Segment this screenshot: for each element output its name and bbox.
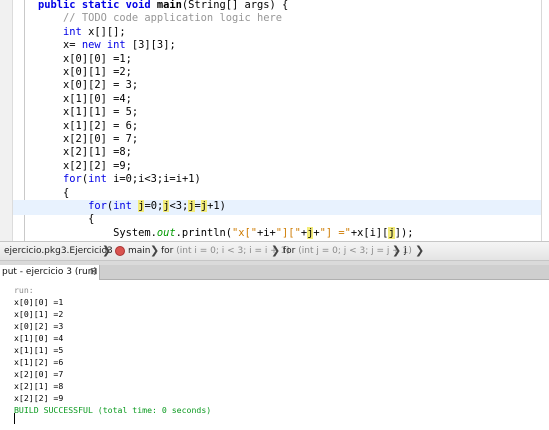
code-token: +1) [207,200,226,212]
code-token: System. [113,226,157,239]
breadcrumb-separator: ❯ [150,244,160,257]
code-line[interactable]: System.out.println("x["+i+"]["+j+"] ="+x… [13,226,414,241]
code-token: main [156,0,182,11]
text-caret [14,413,15,424]
breadcrumb-separator: ❯ [102,244,112,257]
output-tab-label: put - ejercicio 3 (run) [2,267,97,277]
code-token: x[][]; [81,25,126,38]
code-token: "][" [275,226,301,239]
code-token: +x[i][ [350,226,389,239]
code-token: out [156,226,176,239]
output-line: x[1][0] =4 [14,333,64,343]
editor-gutter[interactable] [0,0,13,241]
code-token: x[0][2] = 3; [63,79,139,92]
code-token: <3; [169,200,189,212]
code-token: x[0][1] =2; [63,66,132,78]
code-token: { [63,186,70,199]
code-token: [3][3]; [125,39,176,52]
code-token: public static void [38,0,157,11]
code-token: i=0;i<3;i=i+1) [106,173,201,186]
code-token: x[1][2] = 6; [63,119,139,132]
code-token: for [88,200,107,212]
output-tab[interactable]: put - ejercicio 3 (run) ⊠ [0,265,100,280]
method-icon [115,246,125,256]
breadcrumb-separator: ❯ [271,244,281,257]
breadcrumb-method[interactable]: main [128,242,151,260]
code-token: int [113,200,132,212]
right-margin-line [541,0,542,241]
output-line: x[0][0] =1 [14,297,64,307]
code-token: int [88,173,107,186]
code-token: x[2][2] =9; [63,159,132,172]
output-line: x[1][1] =5 [14,345,64,355]
output-line: run: [14,285,34,295]
output-line: x[1][2] =6 [14,357,64,367]
close-icon[interactable]: ⊠ [90,265,98,279]
code-token: x[1][0] =4; [63,92,132,105]
breadcrumb-separator: ❯ [392,244,402,257]
code-token: (String[] args) { [181,0,289,11]
code-token: int [63,25,82,38]
for-keyword: for [283,246,296,256]
breadcrumb-variable[interactable]: j [404,242,407,260]
output-line: x[2][2] =9 [14,393,64,403]
code-token: +i+ [257,226,276,239]
output-line: x[2][0] =7 [14,369,64,379]
code-token: int [106,39,126,52]
breadcrumb: ejercicio.pkg3.Ejercicio3 ❯ main ❯ for (… [0,241,549,261]
code-token: { [88,213,95,226]
code-token: for [63,173,82,186]
output-line: BUILD SUCCESSFUL (total time: 0 seconds) [14,405,212,415]
code-token: // TODO code application logic here [63,12,282,25]
breadcrumb-separator: ❯ [415,244,425,257]
output-line: x[0][1] =2 [14,309,64,319]
code-token: x[2][1] =8; [63,146,132,159]
code-token: x[2][0] = 7; [63,133,139,145]
breadcrumb-class[interactable]: ejercicio.pkg3.Ejercicio3 [4,242,113,260]
code-token: "] =" [319,226,351,239]
code-token: "x[" [231,226,258,239]
code-token: x[1][1] = 5; [63,106,139,119]
code-token: .println( [175,226,232,239]
code-token: x[0][0] =1; [63,52,132,65]
code-editor[interactable]: public static void main(String[] args) {… [0,0,549,241]
code-token: new [81,39,101,52]
output-line: x[0][2] =3 [14,321,64,331]
output-line: x[2][1] =8 [14,381,64,391]
for-keyword: for [161,246,174,256]
output-tabbar: put - ejercicio 3 (run) ⊠ [0,265,549,280]
output-console[interactable]: run: x[0][0] =1 x[0][1] =2 x[0][2] =3 x[1][0… [0,280,549,430]
code-token: ]); [394,226,414,239]
code-token: =0; [144,200,164,212]
code-token: x= [63,39,82,52]
code-token: = [194,200,201,212]
